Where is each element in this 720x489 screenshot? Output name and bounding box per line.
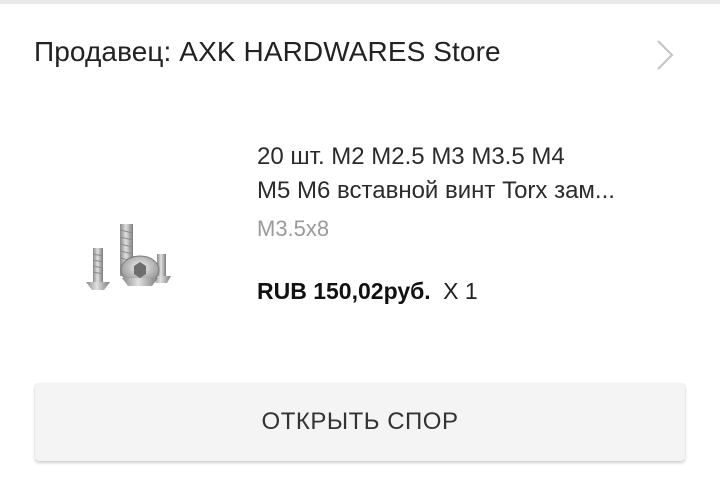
seller-row[interactable]: Продавец: AXK HARDWARES Store	[0, 18, 720, 90]
product-price: RUB 150,02руб.	[257, 278, 431, 304]
product-title-line-1: 20 шт. M2 M2.5 M3 M3.5 M4	[257, 143, 565, 170]
price-row: RUB 150,02руб. X 1	[257, 278, 478, 305]
chevron-right-icon	[657, 40, 674, 70]
screws-thumbnail	[86, 224, 171, 290]
open-dispute-button[interactable]: ОТКРЫТЬ СПОР	[35, 383, 685, 461]
product-title-line-2: M5 M6 вставной винт Torx зам...	[257, 177, 615, 204]
product-title: 20 шт. M2 M2.5 M3 M3.5 M4 M5 M6 вставной…	[257, 140, 687, 208]
top-divider	[0, 0, 720, 4]
seller-label: Продавец: AXK HARDWARES Store	[34, 36, 501, 67]
order-product-item[interactable]: 20 шт. M2 M2.5 M3 M3.5 M4 M5 M6 вставной…	[0, 120, 720, 340]
product-quantity: X 1	[443, 278, 478, 304]
product-variant: M3.5x8	[257, 216, 330, 241]
